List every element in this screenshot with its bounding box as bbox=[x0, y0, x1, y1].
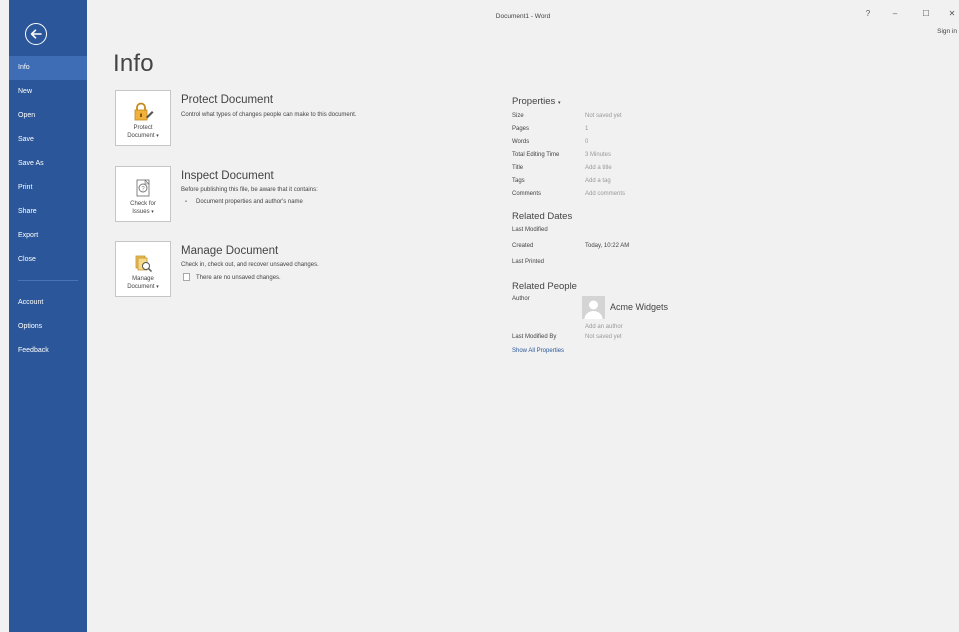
tags-field[interactable]: Add a tag bbox=[585, 178, 611, 184]
nav-separator bbox=[18, 280, 78, 281]
page-title: Info bbox=[113, 50, 154, 77]
sign-in-link[interactable]: Sign in bbox=[937, 28, 957, 35]
manage-tile-label: Manage Document ▾ bbox=[127, 276, 159, 290]
back-button[interactable] bbox=[25, 23, 47, 45]
help-button[interactable]: ? bbox=[861, 9, 875, 18]
prop-row-pages: Pages 1 bbox=[512, 126, 589, 132]
add-author-field[interactable]: Add an author bbox=[585, 324, 623, 330]
minimize-button[interactable]: – bbox=[888, 9, 902, 18]
prop-row-tags: Tags Add a tag bbox=[512, 178, 611, 184]
protect-document-title: Protect Document bbox=[181, 94, 274, 106]
bullet-icon: ▪ bbox=[184, 199, 188, 205]
date-row-created: Created Today, 10:22 AM bbox=[512, 243, 630, 249]
check-for-issues-button[interactable]: ? Check for Issues ▾ bbox=[115, 166, 171, 222]
avatar[interactable] bbox=[582, 296, 605, 319]
prop-row-title: Title Add a title bbox=[512, 165, 612, 171]
protect-document-desc: Control what types of changes people can… bbox=[181, 112, 357, 118]
nav-item-export[interactable]: Export bbox=[9, 224, 87, 248]
back-arrow-icon bbox=[30, 29, 42, 39]
window-title: Document1 - Word bbox=[495, 13, 551, 20]
close-window-button[interactable]: ✕ bbox=[945, 9, 959, 18]
nav-item-open[interactable]: Open bbox=[9, 104, 87, 128]
inspect-document-desc: Before publishing this file, be aware th… bbox=[181, 187, 318, 193]
prop-row-comments: Comments Add comments bbox=[512, 191, 626, 197]
dropdown-arrow-icon: ▾ bbox=[151, 208, 154, 215]
inspect-bullet-item: ▪ Document properties and author's name bbox=[181, 199, 303, 205]
maximize-button[interactable]: ☐ bbox=[919, 9, 933, 18]
properties-heading[interactable]: Properties ▾ bbox=[512, 96, 712, 107]
nav-item-save[interactable]: Save bbox=[9, 128, 87, 152]
related-people-heading: Related People bbox=[512, 281, 577, 292]
prop-row-words: Words 0 bbox=[512, 139, 589, 145]
related-dates-heading: Related Dates bbox=[512, 211, 573, 222]
title-bar: Document1 - Word ? – ☐ ✕ Sign in bbox=[87, 0, 959, 36]
dropdown-arrow-icon: ▾ bbox=[156, 132, 159, 139]
protect-document-button[interactable]: Protect Document ▾ bbox=[115, 90, 171, 146]
backstage-nav: Info New Open Save Save As Print Share E… bbox=[9, 56, 87, 363]
show-all-properties-link[interactable]: Show All Properties bbox=[512, 348, 712, 354]
manage-document-button[interactable]: Manage Document ▾ bbox=[115, 241, 171, 297]
nav-item-options[interactable]: Options bbox=[9, 315, 87, 339]
author-row: Author Acme Widgets Add an author bbox=[512, 296, 669, 330]
date-row-last-modified: Last Modified bbox=[512, 227, 548, 233]
document-icon bbox=[181, 273, 191, 283]
manage-note-item: There are no unsaved changes. bbox=[181, 273, 281, 283]
nav-item-print[interactable]: Print bbox=[9, 176, 87, 200]
comments-field[interactable]: Add comments bbox=[585, 191, 625, 197]
nav-item-new[interactable]: New bbox=[9, 80, 87, 104]
dropdown-arrow-icon: ▾ bbox=[156, 283, 159, 290]
nav-item-share[interactable]: Share bbox=[9, 200, 87, 224]
dropdown-arrow-icon: ▾ bbox=[557, 100, 561, 106]
protect-tile-label: Protect Document ▾ bbox=[127, 125, 159, 139]
lock-icon bbox=[134, 102, 154, 121]
author-name[interactable]: Acme Widgets bbox=[610, 302, 668, 312]
person-icon bbox=[584, 300, 603, 319]
nav-item-save-as[interactable]: Save As bbox=[9, 152, 87, 176]
manage-document-icon bbox=[135, 255, 152, 272]
nav-item-account[interactable]: Account bbox=[9, 291, 87, 315]
manage-document-title: Manage Document bbox=[181, 245, 279, 257]
inspect-tile-label: Check for Issues ▾ bbox=[130, 201, 156, 215]
backstage-sidebar: Info New Open Save Save As Print Share E… bbox=[9, 0, 87, 632]
nav-item-feedback[interactable]: Feedback bbox=[9, 339, 87, 363]
nav-item-info[interactable]: Info bbox=[9, 56, 87, 80]
manage-document-desc: Check in, check out, and recover unsaved… bbox=[181, 262, 319, 268]
prop-row-size: Size Not saved yet bbox=[512, 113, 622, 119]
inspect-document-title: Inspect Document bbox=[181, 170, 274, 182]
properties-panel: Properties ▾ Size Not saved yet Pages 1 … bbox=[512, 96, 712, 354]
prop-row-editing-time: Total Editing Time 3 Minutes bbox=[512, 152, 612, 158]
nav-item-close[interactable]: Close bbox=[9, 248, 87, 272]
title-field[interactable]: Add a title bbox=[585, 165, 612, 171]
last-modified-by-row: Last Modified By Not saved yet bbox=[512, 334, 622, 340]
inspect-document-icon: ? bbox=[136, 179, 150, 197]
date-row-last-printed: Last Printed bbox=[512, 259, 545, 265]
